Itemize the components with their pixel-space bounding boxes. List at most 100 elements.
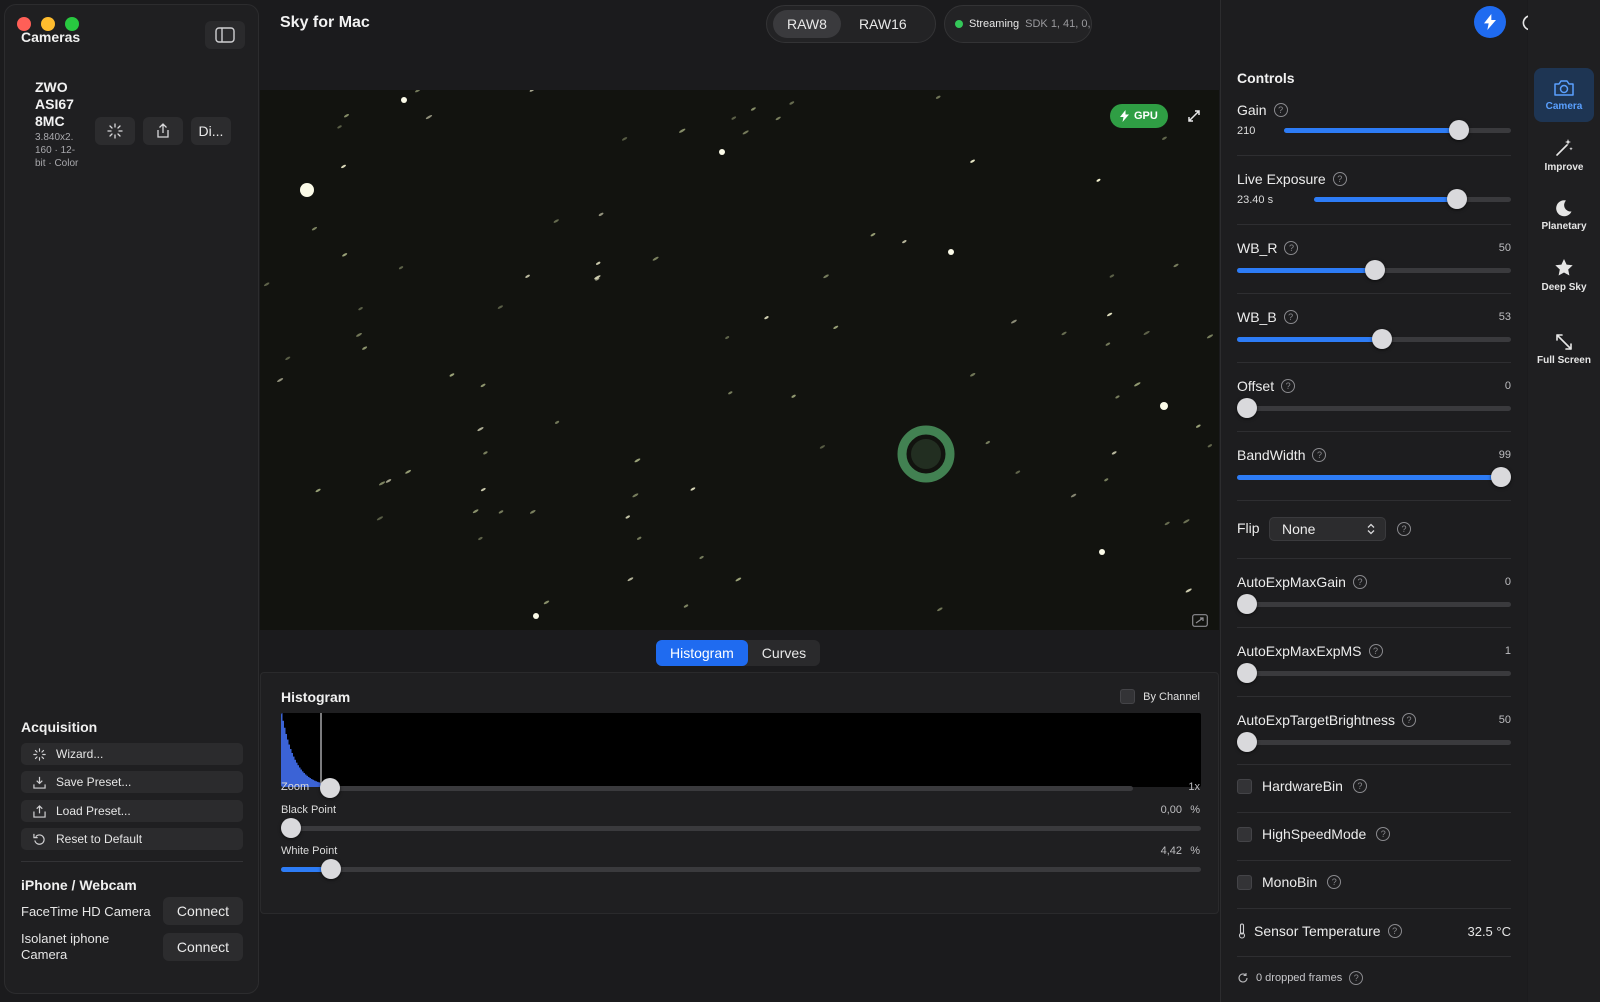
share-icon: [157, 123, 169, 138]
by-channel-toggle[interactable]: By Channel: [1120, 689, 1200, 704]
load-preset-button[interactable]: Load Preset...: [21, 800, 243, 822]
wb-r-slider[interactable]: [1237, 260, 1511, 280]
connect-iphone-button[interactable]: Connect: [163, 933, 243, 961]
help-icon[interactable]: ?: [1397, 522, 1411, 536]
wb-b-label: WB_B: [1237, 309, 1277, 325]
gain-control: Gain? 210: [1237, 102, 1511, 142]
mode-improve[interactable]: Improve: [1534, 128, 1594, 182]
live-exposure-fill: [1314, 197, 1457, 202]
dropped-frames-label: 0 dropped frames: [1256, 972, 1343, 984]
mono-bin-toggle[interactable]: MonoBin ?: [1237, 874, 1342, 890]
wb-b-slider[interactable]: [1237, 329, 1511, 349]
control-divider: [1237, 696, 1511, 697]
wb-r-value: 50: [1498, 242, 1511, 254]
white-point-slider[interactable]: [281, 859, 1201, 879]
wb-b-slider-knob[interactable]: [1372, 329, 1392, 349]
help-icon[interactable]: ?: [1368, 644, 1383, 658]
help-icon[interactable]: ?: [1284, 241, 1299, 255]
autoexp-max-exp-slider-knob[interactable]: [1237, 663, 1257, 683]
streaming-status: Streaming SDK 1, 41, 0, 0: [944, 5, 1092, 43]
help-icon[interactable]: ?: [1332, 172, 1347, 186]
sidebar-toggle-button[interactable]: [205, 21, 245, 49]
zoom-slider[interactable]: [320, 778, 1133, 798]
save-preset-button[interactable]: Save Preset...: [21, 771, 243, 793]
white-point-unit: %: [1190, 845, 1200, 857]
high-speed-mode-checkbox[interactable]: [1237, 826, 1252, 842]
mode-full-screen[interactable]: Full Screen: [1534, 322, 1594, 376]
camera-display-button[interactable]: Di...: [191, 117, 231, 145]
live-exposure-slider[interactable]: [1314, 189, 1511, 209]
camera-settings-button[interactable]: [95, 117, 135, 145]
wb-r-slider-knob[interactable]: [1365, 260, 1385, 280]
gain-slider[interactable]: [1284, 120, 1511, 140]
autoexp-max-gain-slider[interactable]: [1237, 594, 1511, 614]
zoom-slider-knob[interactable]: [320, 778, 340, 798]
reset-icon: [33, 833, 45, 845]
gain-slider-knob[interactable]: [1449, 120, 1469, 140]
help-icon[interactable]: ?: [1352, 779, 1367, 793]
reset-default-button[interactable]: Reset to Default: [21, 828, 243, 850]
help-icon[interactable]: ?: [1283, 310, 1298, 324]
autoexp-target-brightness-slider-knob[interactable]: [1237, 732, 1257, 752]
black-point-unit: %: [1190, 804, 1200, 816]
wb-b-control: WB_B? 53: [1237, 309, 1511, 349]
help-icon[interactable]: ?: [1376, 827, 1391, 841]
fit-view-button[interactable]: [1192, 614, 1208, 630]
mode-deep-sky[interactable]: Deep Sky: [1534, 248, 1594, 302]
black-point-slider[interactable]: [281, 818, 1201, 838]
performance-mode-button[interactable]: [1474, 6, 1506, 38]
help-icon[interactable]: ?: [1401, 713, 1416, 727]
camera-card[interactable]: ZWO ASI67 8MC 3.840x2. 160 · 12- bit · C…: [21, 75, 246, 195]
updown-chevron-icon: [1367, 523, 1375, 535]
live-image-viewer[interactable]: GPU: [260, 90, 1219, 630]
help-icon[interactable]: ?: [1281, 379, 1296, 393]
help-icon[interactable]: ?: [1349, 971, 1364, 985]
mode-camera[interactable]: Camera: [1534, 68, 1594, 122]
expand-viewer-button[interactable]: [1182, 104, 1206, 128]
histogram-title: Histogram: [281, 689, 351, 705]
histogram-bars: [281, 713, 386, 787]
high-speed-mode-toggle[interactable]: HighSpeedMode ?: [1237, 826, 1391, 842]
app-title: Sky for Mac: [280, 14, 370, 31]
hardware-bin-toggle[interactable]: HardwareBin ?: [1237, 778, 1367, 794]
mode-planetary[interactable]: Planetary: [1534, 188, 1594, 242]
zoom-label: Zoom: [281, 781, 310, 793]
connect-facetime-button[interactable]: Connect: [163, 897, 243, 925]
white-point-slider-knob[interactable]: [321, 859, 341, 879]
hardware-bin-label: HardwareBin: [1262, 778, 1343, 794]
wizard-button[interactable]: Wizard...: [21, 743, 243, 765]
help-icon[interactable]: ?: [1387, 924, 1402, 938]
autoexp-target-brightness-slider[interactable]: [1237, 732, 1511, 752]
autoexp-max-gain-slider-knob[interactable]: [1237, 594, 1257, 614]
live-exposure-slider-knob[interactable]: [1447, 189, 1467, 209]
by-channel-checkbox[interactable]: [1120, 689, 1136, 704]
format-raw16-button[interactable]: RAW16: [845, 10, 921, 38]
offset-slider[interactable]: [1237, 398, 1511, 418]
bolt-icon: [1120, 110, 1129, 122]
save-preset-label: Save Preset...: [56, 775, 132, 789]
black-point-slider-knob[interactable]: [281, 818, 301, 838]
autoexp-max-exp-slider[interactable]: [1237, 663, 1511, 683]
help-icon[interactable]: ?: [1312, 448, 1327, 462]
hardware-bin-checkbox[interactable]: [1237, 778, 1252, 794]
help-icon[interactable]: ?: [1273, 103, 1288, 117]
mono-bin-checkbox[interactable]: [1237, 874, 1252, 890]
sky-image: [260, 90, 1219, 630]
bandwidth-slider-knob[interactable]: [1491, 467, 1511, 487]
camera-share-button[interactable]: [143, 117, 183, 145]
help-icon[interactable]: ?: [1327, 875, 1342, 889]
bandwidth-slider[interactable]: [1237, 467, 1511, 487]
offset-value: 0: [1504, 380, 1511, 392]
tab-curves[interactable]: Curves: [748, 640, 820, 666]
format-raw8-button[interactable]: RAW8: [773, 10, 841, 38]
control-divider: [1237, 500, 1511, 501]
help-icon[interactable]: ?: [1352, 575, 1367, 589]
autoexp-max-exp-control: AutoExpMaxExpMS? 1: [1237, 643, 1511, 683]
expand-icon: [1188, 110, 1200, 122]
autoexp-max-gain-label: AutoExpMaxGain: [1237, 574, 1346, 590]
flip-select[interactable]: None: [1269, 517, 1386, 541]
mono-bin-label: MonoBin: [1262, 874, 1318, 890]
tab-histogram[interactable]: Histogram: [656, 640, 748, 666]
offset-slider-knob[interactable]: [1237, 398, 1257, 418]
gain-label: Gain: [1237, 102, 1267, 118]
